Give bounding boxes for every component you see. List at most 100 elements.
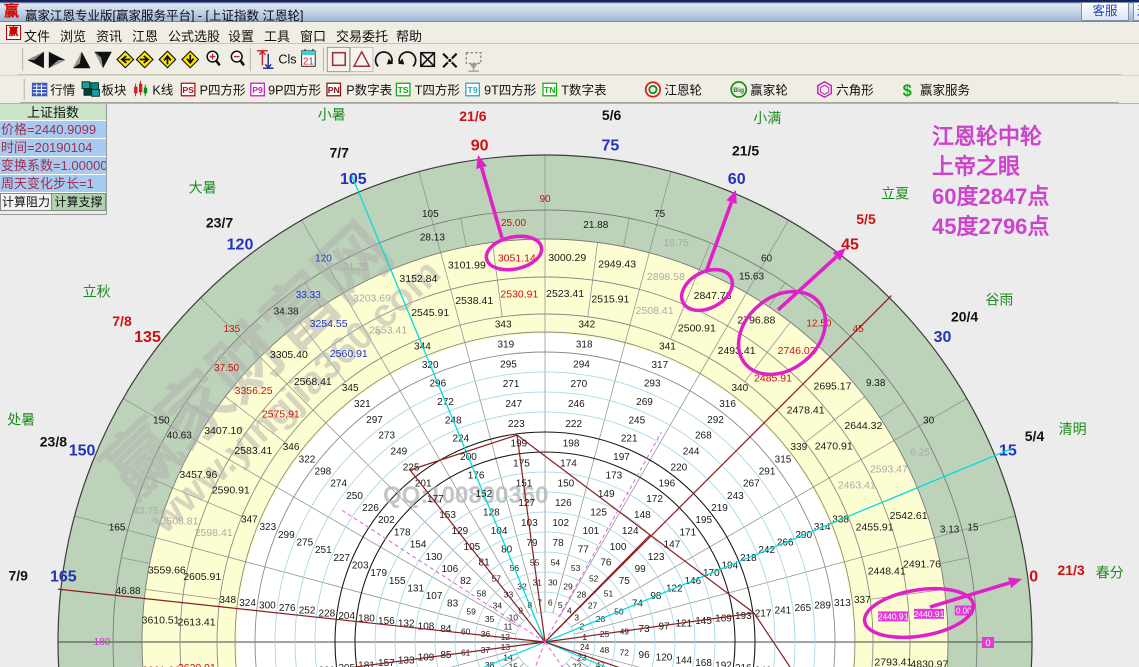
svg-text:7/8: 7/8 — [112, 313, 132, 329]
svg-text:82: 82 — [460, 576, 472, 587]
svg-text:48: 48 — [600, 645, 610, 655]
svg-text:40.63: 40.63 — [167, 431, 192, 442]
svg-text:43.75: 43.75 — [133, 506, 158, 517]
svg-text:24: 24 — [580, 642, 590, 652]
svg-text:0: 0 — [985, 638, 990, 649]
svg-text:2493.41: 2493.41 — [718, 345, 756, 357]
svg-text:343: 343 — [495, 320, 512, 331]
svg-text:3254.55: 3254.55 — [310, 318, 348, 330]
svg-text:273: 273 — [378, 431, 395, 442]
svg-text:2605.91: 2605.91 — [183, 571, 221, 583]
svg-text:297: 297 — [366, 415, 383, 426]
svg-text:赢家轮: 赢家轮 — [750, 82, 788, 97]
svg-text:2542.61: 2542.61 — [890, 510, 928, 522]
svg-text:T数字表: T数字表 — [561, 83, 607, 97]
svg-text:346: 346 — [283, 442, 300, 453]
svg-text:219: 219 — [711, 503, 728, 514]
svg-text:60: 60 — [761, 253, 773, 264]
svg-text:169: 169 — [715, 614, 732, 625]
svg-text:244: 244 — [683, 447, 700, 458]
svg-text:2530.91: 2530.91 — [500, 288, 538, 300]
svg-text:106: 106 — [441, 564, 458, 575]
svg-text:2500.91: 2500.91 — [678, 322, 716, 334]
svg-text:340: 340 — [731, 383, 748, 394]
svg-text:30: 30 — [548, 578, 558, 588]
svg-text:73: 73 — [639, 624, 651, 635]
svg-text:2523.41: 2523.41 — [546, 288, 584, 300]
svg-text:小满: 小满 — [753, 110, 781, 126]
svg-text:150: 150 — [153, 416, 170, 427]
svg-text:3203.69: 3203.69 — [353, 293, 391, 305]
svg-text:25.00: 25.00 — [501, 218, 526, 229]
svg-text:3: 3 — [574, 613, 579, 623]
svg-text:145: 145 — [695, 616, 712, 627]
svg-text:3356.25: 3356.25 — [235, 385, 273, 397]
svg-text:大暑: 大暑 — [189, 180, 217, 196]
svg-text:4: 4 — [567, 605, 572, 615]
svg-text:60: 60 — [728, 171, 746, 188]
svg-text:313: 313 — [834, 598, 851, 609]
svg-text:34: 34 — [493, 601, 503, 611]
svg-text:171: 171 — [679, 527, 696, 538]
svg-text:TS: TS — [398, 85, 409, 95]
svg-text:2440.91: 2440.91 — [914, 609, 945, 619]
svg-text:246: 246 — [568, 399, 585, 410]
svg-text:223: 223 — [508, 419, 525, 430]
svg-text:3407.10: 3407.10 — [204, 425, 242, 437]
svg-text:107: 107 — [426, 591, 443, 602]
svg-text:323: 323 — [259, 522, 276, 533]
svg-text:Cls: Cls — [278, 52, 296, 66]
svg-text:99: 99 — [635, 564, 647, 575]
svg-text:3305.40: 3305.40 — [270, 349, 308, 361]
svg-text:春分: 春分 — [1096, 565, 1124, 581]
svg-text:120: 120 — [656, 653, 673, 664]
svg-text:2793.41: 2793.41 — [874, 657, 912, 667]
svg-text:291: 291 — [759, 467, 776, 478]
svg-text:21/5: 21/5 — [732, 142, 759, 158]
svg-text:立夏: 立夏 — [881, 186, 909, 202]
svg-text:174: 174 — [560, 459, 577, 470]
svg-text:2593.47: 2593.47 — [870, 464, 908, 476]
svg-text:221: 221 — [621, 434, 638, 445]
svg-text:154: 154 — [410, 540, 427, 551]
svg-text:75: 75 — [602, 137, 620, 154]
svg-text:265: 265 — [794, 603, 811, 614]
svg-text:251: 251 — [315, 545, 332, 556]
svg-text:3101.99: 3101.99 — [448, 260, 486, 272]
svg-text:83: 83 — [447, 599, 459, 610]
svg-text:178: 178 — [394, 527, 411, 538]
svg-text:105: 105 — [464, 542, 481, 553]
svg-text:192: 192 — [715, 661, 732, 667]
svg-text:75: 75 — [654, 209, 666, 220]
svg-text:21/3: 21/3 — [1057, 562, 1084, 578]
svg-text:2620.91: 2620.91 — [178, 662, 216, 667]
svg-text:21.88: 21.88 — [583, 220, 608, 231]
svg-text:2575.91: 2575.91 — [262, 409, 300, 421]
svg-text:2440.91: 2440.91 — [878, 611, 909, 621]
svg-text:102: 102 — [552, 518, 569, 529]
svg-text:100: 100 — [610, 542, 627, 553]
svg-text:2545.91: 2545.91 — [411, 307, 449, 319]
svg-text:21: 21 — [303, 56, 314, 67]
svg-text:315: 315 — [775, 454, 792, 465]
svg-text:345: 345 — [342, 383, 359, 394]
svg-text:2949.43: 2949.43 — [598, 258, 636, 270]
svg-text:195: 195 — [695, 515, 712, 526]
svg-text:2470.91: 2470.91 — [815, 440, 853, 452]
svg-text:3508.81: 3508.81 — [161, 516, 199, 528]
svg-text:PS: PS — [182, 85, 194, 95]
svg-text:5/4: 5/4 — [1025, 428, 1045, 444]
svg-text:28.13: 28.13 — [420, 232, 445, 243]
svg-text:15.63: 15.63 — [739, 271, 764, 282]
svg-text:2568.41: 2568.41 — [294, 376, 332, 388]
svg-text:197: 197 — [613, 452, 630, 463]
svg-text:2583.41: 2583.41 — [234, 445, 272, 457]
svg-text:227: 227 — [333, 553, 350, 564]
svg-text:120: 120 — [227, 237, 254, 254]
svg-text:271: 271 — [503, 379, 520, 390]
svg-text:196: 196 — [658, 478, 675, 489]
svg-text:3610.51: 3610.51 — [142, 614, 180, 626]
svg-text:11: 11 — [504, 622, 513, 632]
svg-text:六角形: 六角形 — [836, 83, 874, 97]
svg-text:35: 35 — [485, 614, 495, 624]
